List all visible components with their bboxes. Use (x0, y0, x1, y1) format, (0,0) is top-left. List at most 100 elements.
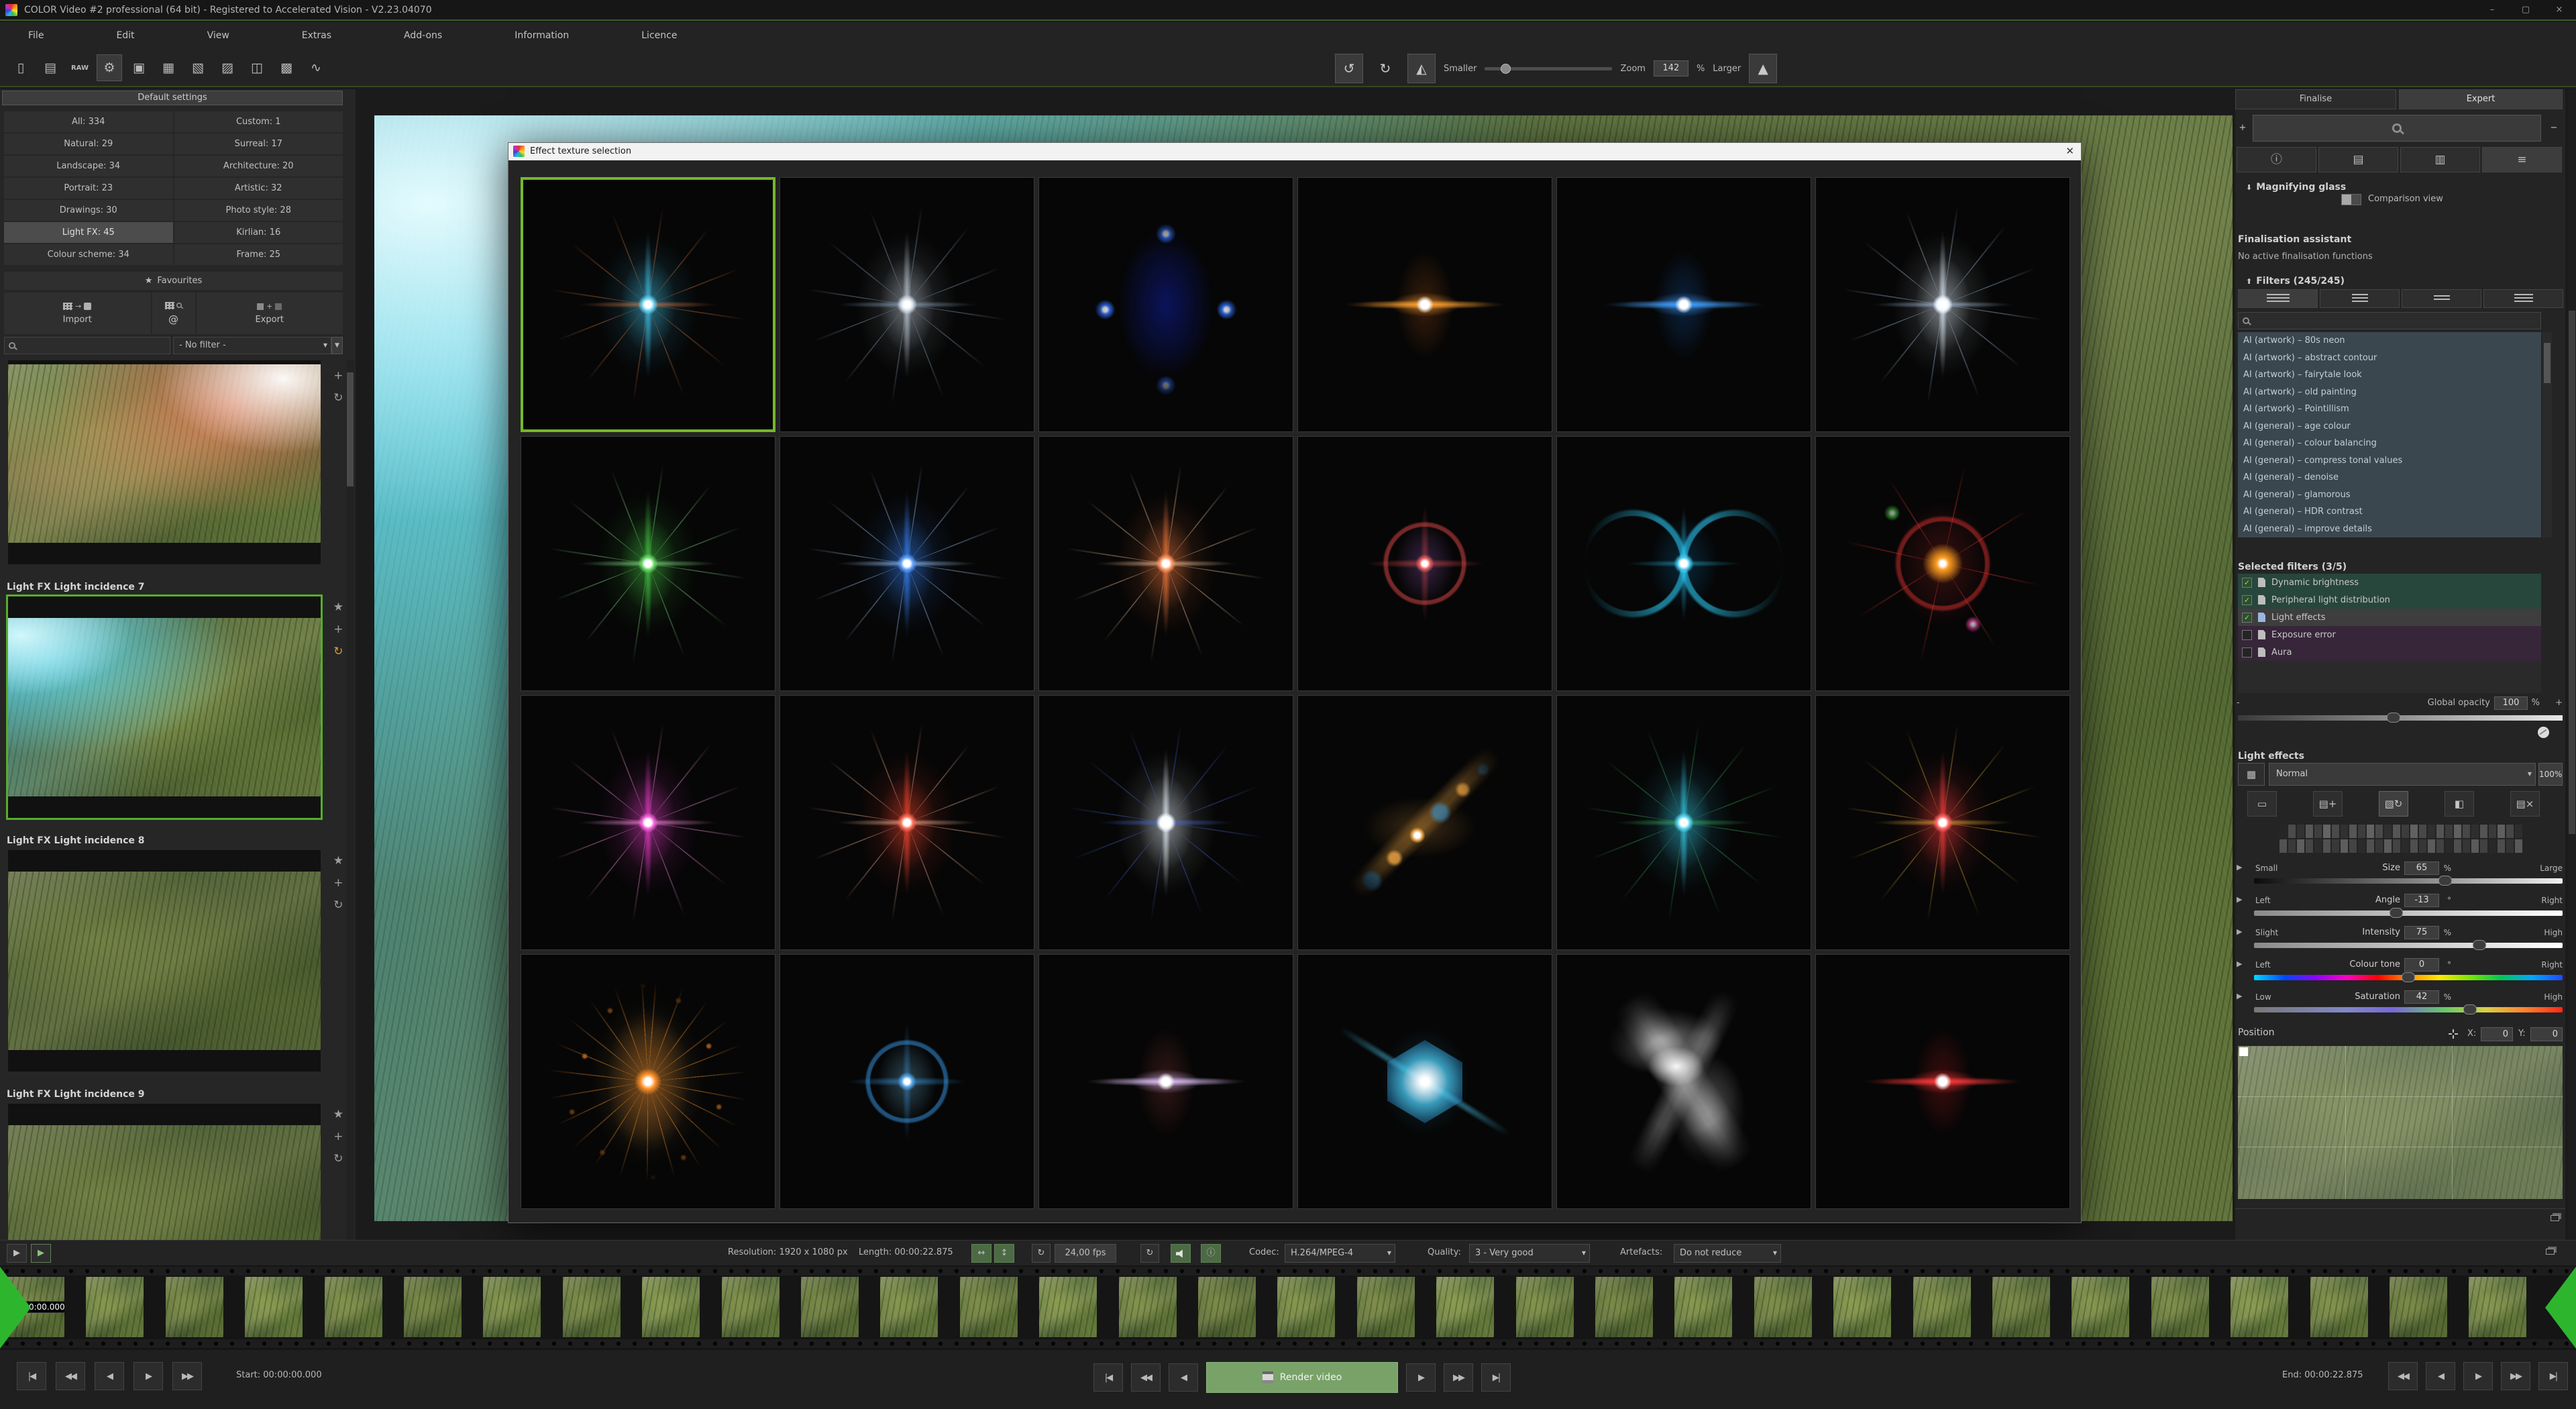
view-mode-1-button[interactable] (2238, 289, 2318, 308)
step-back-button[interactable]: ◀ (95, 1362, 124, 1390)
timeline-frame[interactable] (1595, 1277, 1653, 1337)
checkbox-icon[interactable]: ✓ (2242, 595, 2252, 605)
texture-thumbnail[interactable] (2288, 839, 2296, 853)
timeline-frame[interactable] (2072, 1277, 2129, 1337)
effect-tile-soft-white-glow[interactable] (1556, 954, 1811, 1209)
fit-height-icon[interactable]: ↕ (994, 1244, 1014, 1263)
minimize-button[interactable]: – (2475, 0, 2509, 19)
menu-extras[interactable]: Extras (302, 30, 331, 41)
category-custom-1[interactable]: Custom: 1 (174, 111, 343, 132)
checkbox-icon[interactable]: ✓ (2242, 578, 2252, 588)
add-icon[interactable]: + (333, 1131, 343, 1143)
crosshair-icon[interactable] (2449, 1029, 2458, 1039)
menu-edit[interactable]: Edit (116, 30, 134, 41)
texture-thumbnail[interactable] (2471, 839, 2479, 853)
refresh-icon[interactable]: ↻ (333, 646, 343, 658)
refresh-icon[interactable]: ↻ (333, 393, 343, 404)
y-value-field[interactable]: 0 (2530, 1027, 2563, 1041)
filter-item-ai-general-colour-balancing[interactable]: AI (general) – colour balancing (2238, 435, 2541, 452)
gradient-button[interactable]: ◧ (2445, 791, 2474, 817)
timeline-frame[interactable] (1436, 1277, 1494, 1337)
fast-forward-button[interactable]: ▶▶ (2501, 1362, 2530, 1390)
filter-item-ai-general-hdr-contrast[interactable]: AI (general) – HDR contrast (2238, 503, 2541, 521)
timeline-frame[interactable] (166, 1277, 223, 1337)
scrollbar-thumb[interactable] (2569, 311, 2575, 834)
texture-thumbnail[interactable] (2306, 839, 2313, 853)
texture-thumbnail[interactable] (2480, 825, 2487, 838)
texture-thumbnail[interactable] (2515, 839, 2522, 853)
category-kirlian-16[interactable]: Kirlian: 16 (174, 222, 343, 243)
timeline-frame[interactable] (1833, 1277, 1891, 1337)
fps-field[interactable]: 24,00 fps (1055, 1244, 1116, 1263)
edit-texture-button[interactable]: ▧↻ (2379, 791, 2408, 817)
render-video-button[interactable]: Render video (1206, 1362, 1398, 1393)
zoom-larger-button[interactable]: ▲ (1749, 54, 1777, 83)
filter-item-ai-artwork-old-painting[interactable]: AI (artwork) – old painting (2238, 384, 2541, 401)
blend-mode-dropdown[interactable]: Normal (2269, 763, 2536, 786)
fast-rewind-button[interactable]: ◀◀ (1131, 1363, 1161, 1392)
global-opacity-slider[interactable] (2238, 715, 2563, 721)
category-photo-style-28[interactable]: Photo style: 28 (174, 200, 343, 221)
texture-thumbnail[interactable] (2393, 839, 2400, 853)
scrollbar-thumb[interactable] (347, 372, 354, 486)
panel-scrollbar[interactable] (2568, 89, 2576, 1240)
fast-forward-button[interactable]: ▶▶ (172, 1362, 202, 1390)
filter-item-ai-general-improve-details[interactable]: AI (general) – improve details (2238, 521, 2541, 538)
maximize-button[interactable]: ▢ (2509, 0, 2542, 19)
export-button[interactable]: + Export (197, 293, 343, 334)
timeline-frame[interactable] (1119, 1277, 1177, 1337)
film-export-icon[interactable]: ▧ (185, 54, 211, 81)
timeline-frame[interactable] (1357, 1277, 1415, 1337)
texture-thumbnail[interactable] (2463, 825, 2470, 838)
artefacts-dropdown[interactable]: Do not reduce (1674, 1244, 1781, 1263)
slider-track[interactable] (2254, 1007, 2563, 1012)
timeline-frame[interactable] (1754, 1277, 1812, 1337)
menu-information[interactable]: Information (515, 30, 569, 41)
texture-thumbnail[interactable] (2349, 825, 2357, 838)
timeline-frame[interactable] (1039, 1277, 1097, 1337)
effect-tile-magenta-starburst[interactable] (521, 695, 775, 950)
skip-to-end-button[interactable]: ▶| (1481, 1363, 1511, 1392)
reset-opacity-icon[interactable] (2538, 727, 2549, 738)
add-icon[interactable]: + (333, 878, 343, 889)
view-mode-2-button[interactable] (2320, 289, 2400, 308)
fast-rewind-button[interactable]: ◀◀ (56, 1362, 85, 1390)
filters-header[interactable]: ⬆Filters (245/245) (2246, 276, 2345, 286)
effect-opacity-spinner[interactable]: 100% (2538, 763, 2563, 786)
timeline-frame[interactable] (2310, 1277, 2368, 1337)
dialog-close-icon[interactable]: ✕ (2065, 145, 2074, 157)
slider-knob[interactable] (2387, 713, 2400, 723)
texture-thumbnail[interactable] (2375, 839, 2383, 853)
texture-thumbnail[interactable] (2375, 825, 2383, 838)
texture-thumbnail[interactable] (2515, 825, 2522, 838)
position-preview[interactable] (2238, 1046, 2563, 1199)
play-preview-icon[interactable]: ▶ (31, 1244, 51, 1263)
texture-thumbnail[interactable] (2445, 825, 2453, 838)
texture-thumbnail-strip[interactable] (2279, 825, 2508, 853)
step-forward-button[interactable]: ▶ (1406, 1363, 1436, 1392)
info-tab[interactable]: ⓘ (2237, 147, 2316, 172)
texture-browser-button[interactable]: ▦ (2238, 763, 2265, 786)
texture-thumbnail[interactable] (2402, 825, 2409, 838)
texture-thumbnail[interactable] (2297, 839, 2304, 853)
fit-width-icon[interactable]: ↔ (971, 1244, 991, 1263)
expand-arrow-icon[interactable]: ▶ (2237, 863, 2242, 872)
copy-settings-icon[interactable]: ▤ (38, 54, 63, 81)
category-artistic-32[interactable]: Artistic: 32 (174, 178, 343, 199)
selected-filter-light-effects[interactable]: ✓Light effects (2238, 609, 2541, 626)
effect-tile-violet-streak-flare[interactable] (1038, 954, 1293, 1209)
quality-dropdown[interactable]: 3 - Very good (1469, 1244, 1590, 1263)
slider-value-field[interactable]: 75 (2404, 926, 2439, 939)
refresh-icon[interactable]: ↻ (333, 1153, 343, 1165)
email-button[interactable]: @ (152, 293, 195, 334)
slider-knob[interactable] (2463, 1004, 2477, 1014)
category-surreal-17[interactable]: Surreal: 17 (174, 134, 343, 154)
add-texture-button[interactable]: ▤+ (2313, 791, 2343, 817)
menu-licence[interactable]: Licence (641, 30, 677, 41)
print-icon[interactable]: ▦ (156, 54, 181, 81)
filter-item-ai-general-compress-tonal-values[interactable]: AI (general) – compress tonal values (2238, 452, 2541, 470)
texture-thumbnail[interactable] (2332, 825, 2339, 838)
selected-filter-peripheral-light-distribution[interactable]: ✓Peripheral light distribution (2238, 591, 2541, 609)
preset-item[interactable]: ★+↻ (8, 850, 321, 1072)
codec-dropdown[interactable]: H.264/MPEG-4 (1285, 1244, 1395, 1263)
